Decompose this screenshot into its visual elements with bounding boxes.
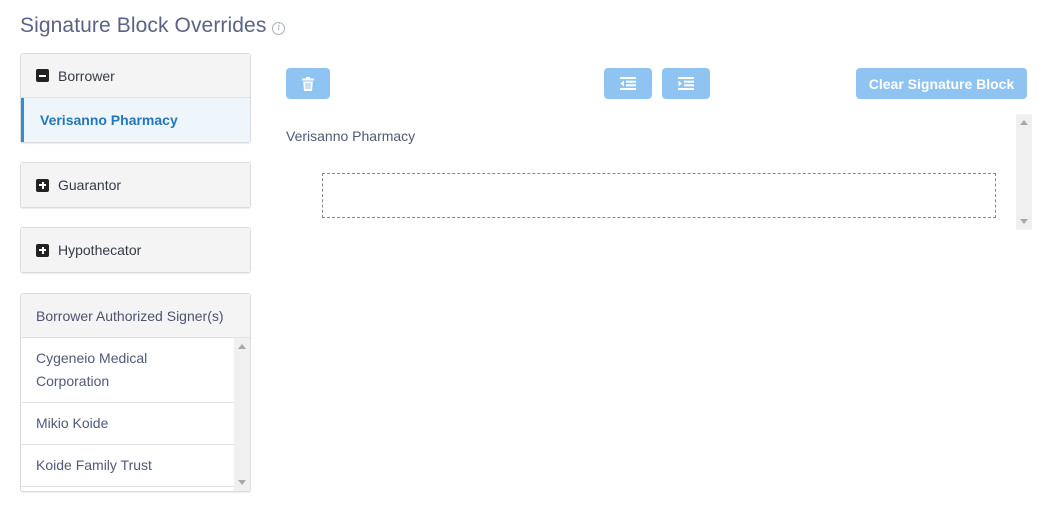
scroll-up-icon[interactable] [1020,120,1028,125]
scroll-down-icon[interactable] [238,480,246,485]
authorized-signers-list: Cygeneio Medical Corporation Mikio Koide… [21,338,250,491]
info-icon[interactable]: i [272,21,286,35]
trash-icon [302,76,314,91]
signers-scrollbar[interactable] [234,338,250,491]
signer-item[interactable]: Mikio Koide [21,403,234,445]
borrower-panel-header[interactable]: Borrower [21,54,250,98]
scroll-down-icon[interactable] [1020,219,1028,224]
page-title-text: Signature Block Overrides [20,14,267,37]
guarantor-panel-label: Guarantor [58,177,122,193]
indent-button[interactable] [662,68,710,99]
hypothecator-panel-header[interactable]: Hypothecator [21,228,250,272]
signer-item-label: Mikio Koide [36,415,109,431]
indent-icon [678,77,694,90]
signer-item-label: Koide Family Trust [36,457,152,473]
guarantor-panel-header[interactable]: Guarantor [21,163,250,207]
clear-signature-block-button[interactable]: Clear Signature Block [856,68,1027,99]
page-title: Signature Block Overrides i [20,14,286,38]
editor-entity-name: Verisanno Pharmacy [286,128,416,144]
borrower-panel: Borrower Verisanno Pharmacy [20,53,251,143]
hypothecator-panel-label: Hypothecator [58,242,142,258]
signer-item[interactable]: Koide Family Trust [21,445,234,487]
plus-square-icon[interactable] [36,178,49,192]
delete-button[interactable] [286,68,330,99]
plus-square-icon[interactable] [36,243,49,257]
signer-item[interactable]: Cygeneio Medical Corporation [21,338,234,403]
minus-square-icon[interactable] [36,69,49,82]
borrower-item-label: Verisanno Pharmacy [40,112,178,128]
guarantor-panel: Guarantor [20,162,251,208]
outdent-button[interactable] [604,68,652,99]
outdent-icon [620,77,636,90]
borrower-item-verisanno-pharmacy[interactable]: Verisanno Pharmacy [21,98,250,142]
authorized-signers-header: Borrower Authorized Signer(s) [21,294,250,338]
hypothecator-panel: Hypothecator [20,227,251,273]
signature-block-dropzone[interactable] [322,173,996,218]
signer-item-label: Cygeneio Medical Corporation [36,350,148,389]
editor-scrollbar[interactable] [1016,114,1032,230]
authorized-signers-panel: Borrower Authorized Signer(s) Cygeneio M… [20,293,251,492]
authorized-signers-label: Borrower Authorized Signer(s) [36,307,224,324]
borrower-panel-label: Borrower [58,67,115,84]
scroll-up-icon[interactable] [238,344,246,349]
